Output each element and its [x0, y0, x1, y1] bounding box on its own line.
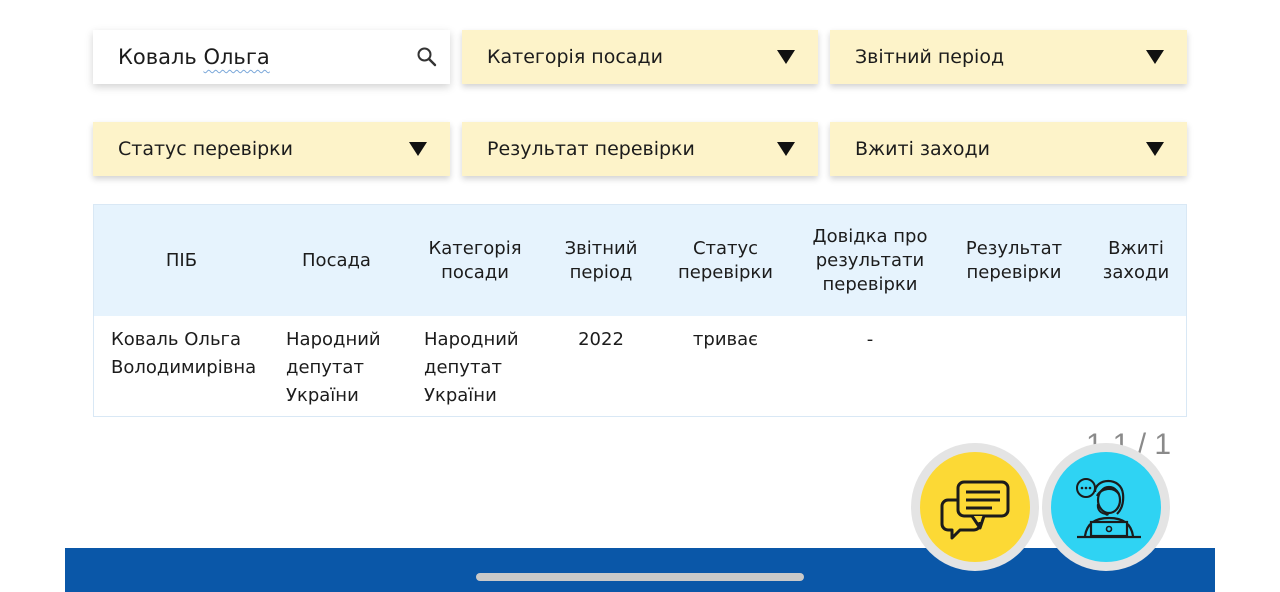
header-result[interactable]: Результат перевірки — [954, 205, 1074, 316]
filter-period[interactable]: Звітний період — [830, 30, 1187, 84]
cell-category: Народний депутат України — [424, 329, 519, 406]
filter-period-label: Звітний період — [855, 46, 1005, 68]
search-icon[interactable] — [416, 46, 438, 68]
header-category[interactable]: Категорія посади — [416, 205, 534, 316]
table-header: ПІБ Посада Категорія посади Звітний пері… — [94, 205, 1186, 316]
results-table: ПІБ Посада Категорія посади Звітний пері… — [93, 204, 1187, 417]
cell-position: Народний депутат України — [286, 329, 381, 406]
bottom-bar — [65, 548, 1215, 592]
triangle-down-icon — [1146, 50, 1164, 64]
filter-result[interactable]: Результат перевірки — [462, 122, 818, 176]
cell-period: 2022 — [578, 329, 624, 350]
triangle-down-icon — [1146, 142, 1164, 156]
filter-category-label: Категорія посади — [487, 46, 663, 68]
chat-bubbles-icon — [940, 480, 1010, 540]
chat-button[interactable] — [920, 452, 1030, 562]
filter-measures-label: Вжиті заходи — [855, 138, 990, 160]
header-position[interactable]: Посада — [279, 205, 394, 316]
cell-status: триває — [692, 329, 759, 350]
cell-certificate: - — [866, 329, 874, 350]
header-status[interactable]: Статус перевірки — [668, 205, 783, 316]
filter-measures[interactable]: Вжиті заходи — [830, 122, 1187, 176]
filter-status[interactable]: Статус перевірки — [93, 122, 450, 176]
support-button[interactable] — [1051, 452, 1161, 562]
filter-status-label: Статус перевірки — [118, 138, 293, 160]
triangle-down-icon — [777, 142, 795, 156]
header-measures[interactable]: Вжиті заходи — [1097, 205, 1175, 316]
header-name[interactable]: ПІБ — [109, 205, 254, 316]
search-input-value: Коваль Ольга — [118, 45, 270, 69]
search-input[interactable]: Коваль Ольга — [93, 30, 450, 84]
support-operator-icon — [1076, 478, 1141, 539]
header-certificate[interactable]: Довідка про результати перевірки — [807, 205, 933, 316]
triangle-down-icon — [409, 142, 427, 156]
triangle-down-icon — [777, 50, 795, 64]
filter-category[interactable]: Категорія посади — [462, 30, 818, 84]
filter-result-label: Результат перевірки — [487, 138, 695, 160]
cell-name: Коваль Ольга Володимирівна — [111, 329, 257, 378]
home-indicator[interactable] — [476, 573, 804, 581]
header-period[interactable]: Звітний період — [556, 205, 646, 316]
